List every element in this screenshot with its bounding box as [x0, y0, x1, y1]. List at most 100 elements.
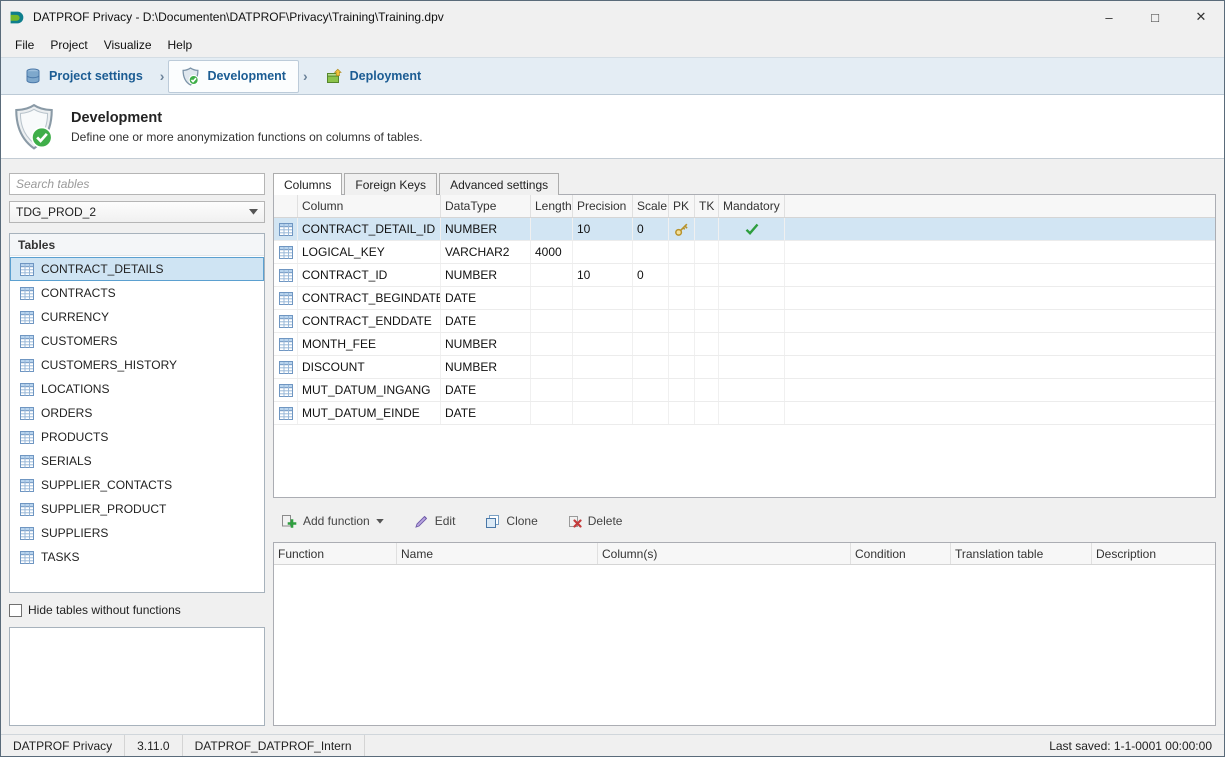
length-cell — [531, 379, 573, 401]
column-row[interactable]: CONTRACT_DETAIL_IDNUMBER100 — [274, 218, 1215, 241]
sidebar-table-item[interactable]: CUSTOMERS_HISTORY — [10, 353, 264, 377]
mandatory-cell — [719, 379, 785, 401]
breadcrumb-project-settings[interactable]: Project settings — [11, 60, 156, 92]
precision-cell — [573, 287, 633, 309]
clone-icon — [485, 514, 500, 529]
fn-header-condition[interactable]: Condition — [851, 543, 951, 564]
clone-function-button[interactable]: Clone — [481, 511, 541, 532]
sidebar-table-item[interactable]: TASKS — [10, 545, 264, 569]
header-precision[interactable]: Precision — [573, 195, 633, 217]
sidebar-table-item[interactable]: CONTRACTS — [10, 281, 264, 305]
menu-file[interactable]: File — [7, 35, 42, 55]
menu-project[interactable]: Project — [42, 35, 95, 55]
column-row[interactable]: MONTH_FEENUMBER — [274, 333, 1215, 356]
table-name: SUPPLIER_CONTACTS — [41, 478, 172, 492]
sidebar-table-item[interactable]: CUSTOMERS — [10, 329, 264, 353]
status-last-saved: Last saved: 1-1-0001 00:00:00 — [1037, 735, 1224, 756]
schema-dropdown[interactable]: TDG_PROD_2 — [9, 201, 265, 223]
table-grid-icon — [279, 407, 293, 420]
delete-function-button[interactable]: Delete — [564, 511, 627, 531]
row-filler-cell — [785, 310, 1215, 332]
column-row[interactable]: MUT_DATUM_INGANGDATE — [274, 379, 1215, 402]
row-icon-cell — [274, 287, 298, 309]
column-name-cell: CONTRACT_ENDDATE — [298, 310, 441, 332]
sidebar-table-item[interactable]: CONTRACT_DETAILS — [10, 257, 264, 281]
maximize-button[interactable]: □ — [1132, 1, 1178, 33]
column-row[interactable]: DISCOUNTNUMBER — [274, 356, 1215, 379]
scale-cell — [633, 379, 669, 401]
hide-tables-checkbox-row[interactable]: Hide tables without functions — [9, 603, 265, 617]
scale-cell — [633, 241, 669, 263]
search-tables-input[interactable] — [9, 173, 265, 195]
header-tk[interactable]: TK — [695, 195, 719, 217]
checkbox-icon[interactable] — [9, 604, 22, 617]
menu-visualize[interactable]: Visualize — [96, 35, 160, 55]
column-name-cell: CONTRACT_DETAIL_ID — [298, 218, 441, 240]
pk-cell — [669, 356, 695, 378]
edit-function-button[interactable]: Edit — [410, 511, 460, 532]
table-grid-icon — [20, 455, 34, 468]
content-area: TDG_PROD_2 Tables CONTRACT_DETAILSCONTRA… — [1, 159, 1224, 734]
column-row[interactable]: MUT_DATUM_EINDEDATE — [274, 402, 1215, 425]
sidebar-table-item[interactable]: CURRENCY — [10, 305, 264, 329]
primary-key-icon — [674, 222, 689, 237]
fn-header-function[interactable]: Function — [274, 543, 397, 564]
fn-header-name[interactable]: Name — [397, 543, 598, 564]
row-icon-cell — [274, 333, 298, 355]
fn-header-columns[interactable]: Column(s) — [598, 543, 851, 564]
sidebar-info-panel — [9, 627, 265, 726]
precision-cell — [573, 379, 633, 401]
header-length[interactable]: Length — [531, 195, 573, 217]
column-row[interactable]: CONTRACT_BEGINDATEDATE — [274, 287, 1215, 310]
breadcrumb-deployment[interactable]: Deployment — [312, 60, 435, 92]
length-cell — [531, 356, 573, 378]
header-datatype[interactable]: DataType — [441, 195, 531, 217]
tab-columns[interactable]: Columns — [273, 173, 342, 195]
sidebar-table-item[interactable]: PRODUCTS — [10, 425, 264, 449]
edit-function-label: Edit — [435, 514, 456, 528]
close-button[interactable]: ✕ — [1178, 1, 1224, 33]
row-filler-cell — [785, 379, 1215, 401]
add-function-label: Add function — [303, 514, 370, 528]
header-pk[interactable]: PK — [669, 195, 695, 217]
sidebar-table-item[interactable]: SUPPLIERS — [10, 521, 264, 545]
sidebar-table-item[interactable]: SUPPLIER_CONTACTS — [10, 473, 264, 497]
datatype-cell: DATE — [441, 287, 531, 309]
tab-foreign-keys[interactable]: Foreign Keys — [344, 173, 437, 195]
table-name: TASKS — [41, 550, 79, 564]
fn-header-description[interactable]: Description — [1092, 543, 1215, 564]
length-cell: 4000 — [531, 241, 573, 263]
status-bar: DATPROF Privacy 3.11.0 DATPROF_DATPROF_I… — [1, 734, 1224, 756]
table-name: CONTRACT_DETAILS — [41, 262, 163, 276]
table-grid-icon — [20, 383, 34, 396]
fn-header-translation-table[interactable]: Translation table — [951, 543, 1092, 564]
column-row[interactable]: CONTRACT_IDNUMBER100 — [274, 264, 1215, 287]
functions-panel: Function Name Column(s) Condition Transl… — [273, 542, 1216, 726]
mandatory-check-icon — [745, 223, 759, 235]
table-grid-icon — [279, 223, 293, 236]
header-column[interactable]: Column — [298, 195, 441, 217]
datatype-cell: DATE — [441, 402, 531, 424]
breadcrumb-development[interactable]: Development — [168, 60, 299, 93]
page-title: Development — [71, 110, 423, 126]
sidebar-table-item[interactable]: SUPPLIER_PRODUCT — [10, 497, 264, 521]
sidebar-table-item[interactable]: ORDERS — [10, 401, 264, 425]
column-name-cell: LOGICAL_KEY — [298, 241, 441, 263]
column-row[interactable]: LOGICAL_KEYVARCHAR24000 — [274, 241, 1215, 264]
minimize-button[interactable]: – — [1086, 1, 1132, 33]
length-cell — [531, 402, 573, 424]
table-grid-icon — [20, 503, 34, 516]
table-name: SUPPLIERS — [41, 526, 108, 540]
column-row[interactable]: CONTRACT_ENDDATEDATE — [274, 310, 1215, 333]
menu-help[interactable]: Help — [160, 35, 201, 55]
sidebar-table-item[interactable]: SERIALS — [10, 449, 264, 473]
header-mandatory[interactable]: Mandatory — [719, 195, 785, 217]
breadcrumb: Project settings › Development › Deploym… — [1, 57, 1224, 95]
chevron-right-icon: › — [156, 68, 169, 84]
header-scale[interactable]: Scale — [633, 195, 669, 217]
add-function-button[interactable]: Add function — [277, 510, 388, 532]
sidebar-table-item[interactable]: LOCATIONS — [10, 377, 264, 401]
precision-cell — [573, 241, 633, 263]
tab-advanced-settings[interactable]: Advanced settings — [439, 173, 559, 195]
row-filler-cell — [785, 287, 1215, 309]
